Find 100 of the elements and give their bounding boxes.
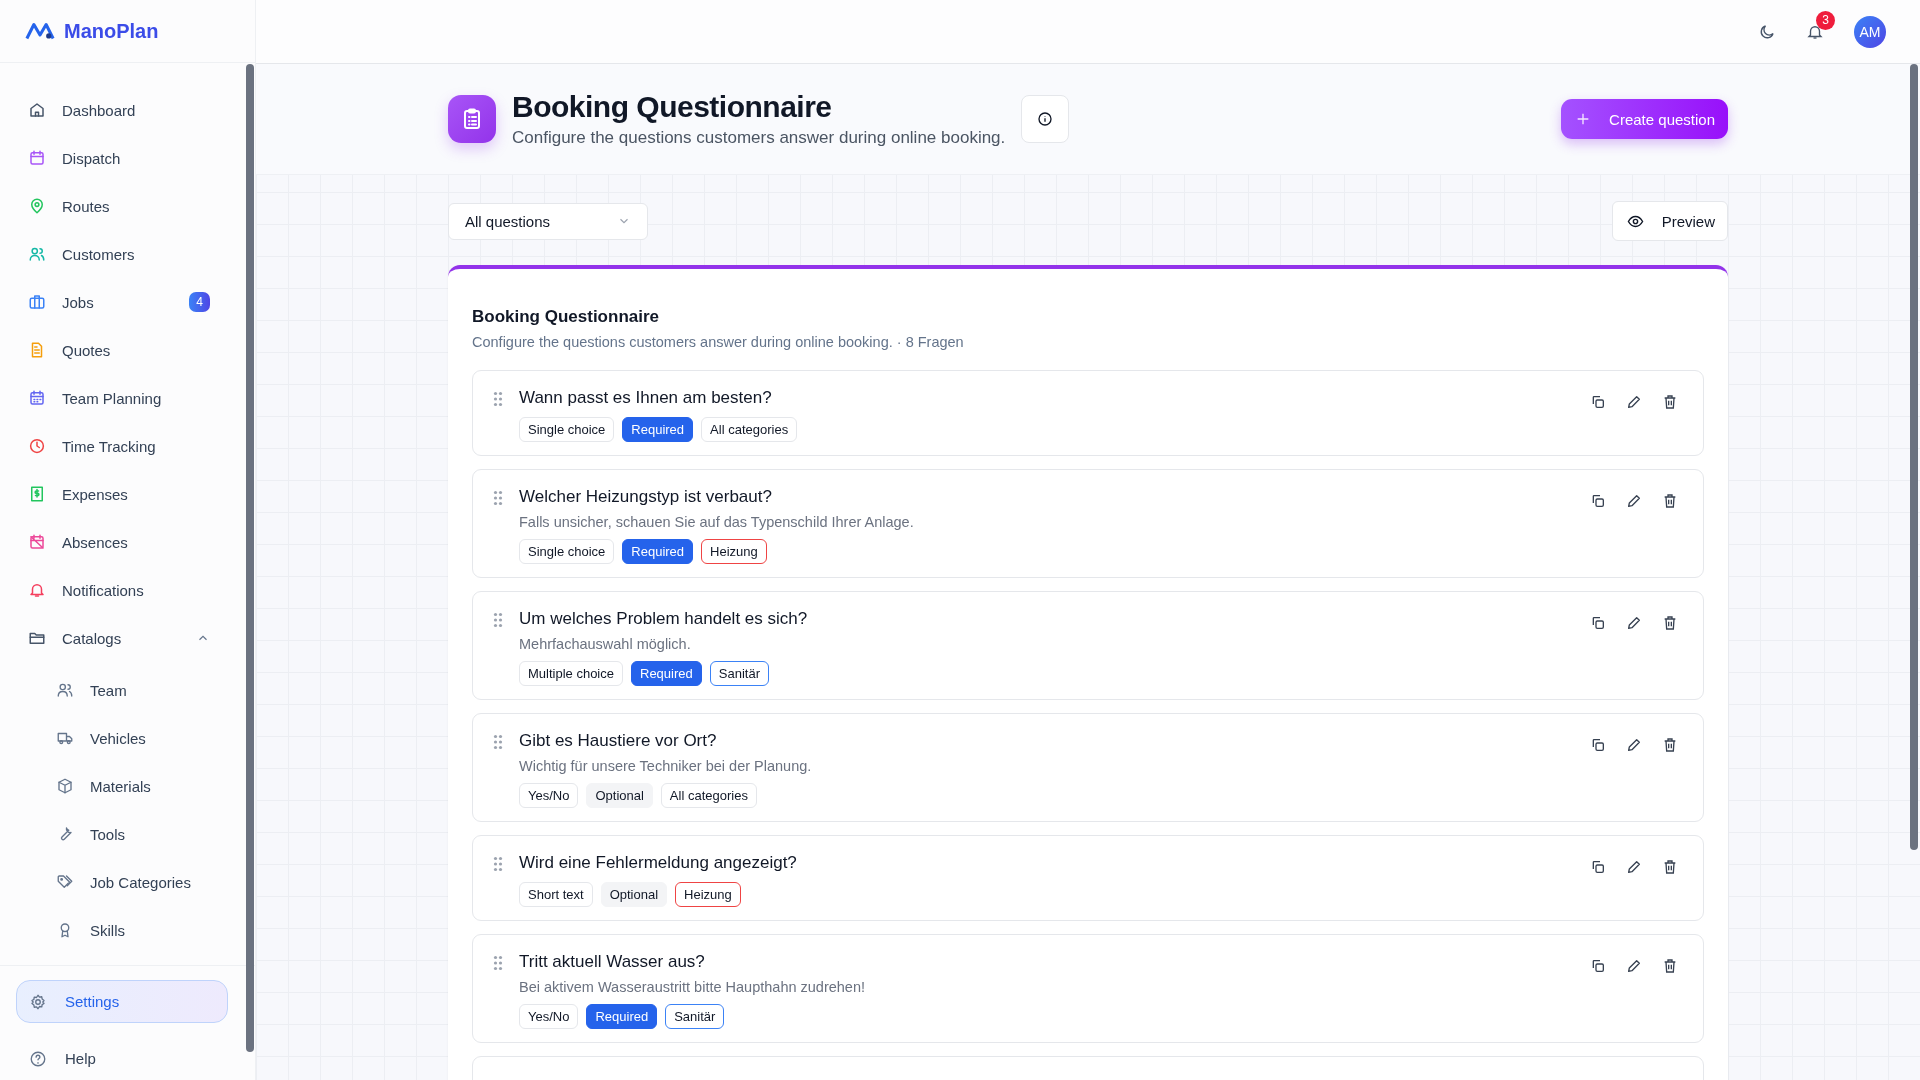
copy-icon[interactable] [1590, 737, 1606, 753]
nav-item[interactable]: Expenses [18, 470, 220, 518]
nav-label: Team [90, 681, 127, 699]
nav-label: Tools [90, 825, 126, 843]
nav-item[interactable]: Catalogs [18, 614, 220, 662]
question-card[interactable]: Wird eine Fehlermeldung angezeigt? Short text Optional Heizung [472, 835, 1704, 921]
info-icon [1037, 111, 1054, 127]
drag-handle-icon[interactable] [493, 734, 503, 750]
cube-icon [56, 777, 74, 795]
copy-icon[interactable] [1590, 859, 1606, 875]
receipt-icon [28, 485, 46, 503]
nav-label: Materials [90, 777, 151, 795]
question-card[interactable]: Welcher Heizungstyp ist verbaut? Falls unsicher, schauen Sie auf das Typenschild Ihrer Anlage. Single choice Required Heizung [472, 469, 1704, 578]
scrollbar[interactable] [246, 64, 254, 1052]
help-icon [29, 1049, 47, 1068]
logo-icon [25, 20, 55, 42]
nav-label: Catalogs [62, 629, 122, 647]
trash-icon[interactable] [1662, 859, 1678, 875]
filter-select[interactable]: All questions [448, 202, 648, 240]
nav-item[interactable]: Vehicles [18, 714, 220, 762]
type-tag: Single choice [519, 417, 615, 442]
nav-label: Help [65, 1050, 96, 1067]
nav-item[interactable]: Routes [18, 182, 220, 230]
question-description: Falls unsicher, schauen Sie auf das Typenschild Ihrer Anlage. [519, 514, 915, 530]
clock-icon [28, 437, 46, 455]
trash-icon[interactable] [1662, 493, 1678, 509]
preview-button[interactable]: Preview [1611, 201, 1728, 241]
requirement-tag: Required [622, 539, 694, 564]
nav-item[interactable]: Job Categories [18, 858, 220, 906]
nav-item[interactable]: Skills [18, 906, 220, 954]
trash-icon[interactable] [1662, 737, 1678, 753]
requirement-tag: Optional [600, 882, 668, 907]
question-card[interactable]: Um welches Problem handelt es sich? Mehrfachauswahl möglich. Multiple choice Required Sanitär [472, 591, 1704, 700]
category-tag: All categories [660, 783, 757, 808]
type-tag: Single choice [519, 539, 615, 564]
settings-icon [29, 992, 47, 1011]
nav-item[interactable]: Materials [18, 762, 220, 810]
copy-icon[interactable] [1590, 958, 1606, 974]
nav-item[interactable]: Tools [18, 810, 220, 858]
question-title: Tritt aktuell Wasser aus? [519, 952, 706, 972]
nav-item[interactable]: Dispatch [18, 134, 220, 182]
avatar[interactable]: AM [1854, 15, 1886, 48]
drag-handle-icon[interactable] [493, 955, 503, 971]
drag-handle-icon[interactable] [493, 490, 503, 506]
nav-label: Dispatch [62, 149, 121, 167]
question-title: Gibt es Haustiere vor Ort? [519, 731, 718, 751]
copy-icon[interactable] [1590, 394, 1606, 410]
nav-label: Settings [65, 993, 120, 1010]
nav-item[interactable]: Team [18, 666, 220, 714]
category-tag: Sanitär [709, 661, 769, 686]
nav-item[interactable]: Quotes [18, 326, 220, 374]
question-card[interactable]: Tritt aktuell Wasser aus? Bei aktivem Wasseraustritt bitte Haupthahn zudrehen! Yes/No Required Sanitär [472, 934, 1704, 1043]
type-tag: Multiple choice [519, 661, 623, 686]
nav-item[interactable]: Time Tracking [18, 422, 220, 470]
question-card[interactable]: Wann passt es Ihnen am besten? Single choice Required All categories [472, 370, 1704, 456]
nav-label: Jobs [62, 293, 94, 311]
type-tag: Yes/No [519, 1004, 579, 1029]
map-pin-icon [28, 197, 46, 215]
nav-label: Dashboard [62, 101, 136, 119]
copy-icon[interactable] [1590, 615, 1606, 631]
category-tag: Heizung [675, 882, 741, 907]
notification-badge: 3 [1816, 10, 1835, 30]
nav-item[interactable]: Dashboard [18, 86, 220, 134]
requirement-tag: Required [586, 1004, 658, 1029]
pencil-icon[interactable] [1626, 394, 1642, 410]
question-card[interactable]: Gibt es Haustiere vor Ort? Wichtig für unsere Techniker bei der Planung. Yes/No Optional All categories [472, 713, 1704, 822]
clipboard-icon [448, 95, 496, 143]
create-question-button[interactable]: Create question [1561, 99, 1728, 139]
nav-label: Absences [62, 533, 128, 551]
trash-icon[interactable] [1662, 958, 1678, 974]
nav-item[interactable]: Jobs 4 [18, 278, 220, 326]
nav-item[interactable]: Team Planning [18, 374, 220, 422]
type-tag: Yes/No [519, 783, 579, 808]
nav-item[interactable]: Notifications [18, 566, 220, 614]
drag-handle-icon[interactable] [493, 391, 503, 407]
nav-label: Vehicles [90, 729, 146, 747]
trash-icon[interactable] [1662, 615, 1678, 631]
question-description: Mehrfachauswahl möglich. [519, 636, 692, 652]
nav-item[interactable]: Settings [16, 980, 228, 1023]
nav-item[interactable]: Help [16, 1037, 228, 1080]
drag-handle-icon[interactable] [493, 856, 503, 872]
nav-item[interactable]: Absences [18, 518, 220, 566]
pencil-icon[interactable] [1626, 958, 1642, 974]
question-description: Bei aktivem Wasseraustritt bitte Haupthahn zudrehen! [519, 979, 867, 995]
pencil-icon[interactable] [1626, 859, 1642, 875]
nav-label: Customers [62, 245, 135, 263]
bell-icon [28, 581, 46, 599]
requirement-tag: Optional [586, 783, 653, 808]
pencil-icon[interactable] [1626, 615, 1642, 631]
pencil-icon[interactable] [1626, 737, 1642, 753]
info-button[interactable] [1021, 95, 1070, 143]
category-tag: All categories [701, 417, 798, 442]
trash-icon[interactable] [1662, 394, 1678, 410]
pencil-icon[interactable] [1626, 493, 1642, 509]
scrollbar[interactable] [1910, 64, 1918, 850]
nav-label: Routes [62, 197, 110, 215]
nav-item[interactable]: Customers [18, 230, 220, 278]
drag-handle-icon[interactable] [493, 612, 503, 628]
calendar-grid-icon [28, 389, 46, 407]
copy-icon[interactable] [1590, 493, 1606, 509]
